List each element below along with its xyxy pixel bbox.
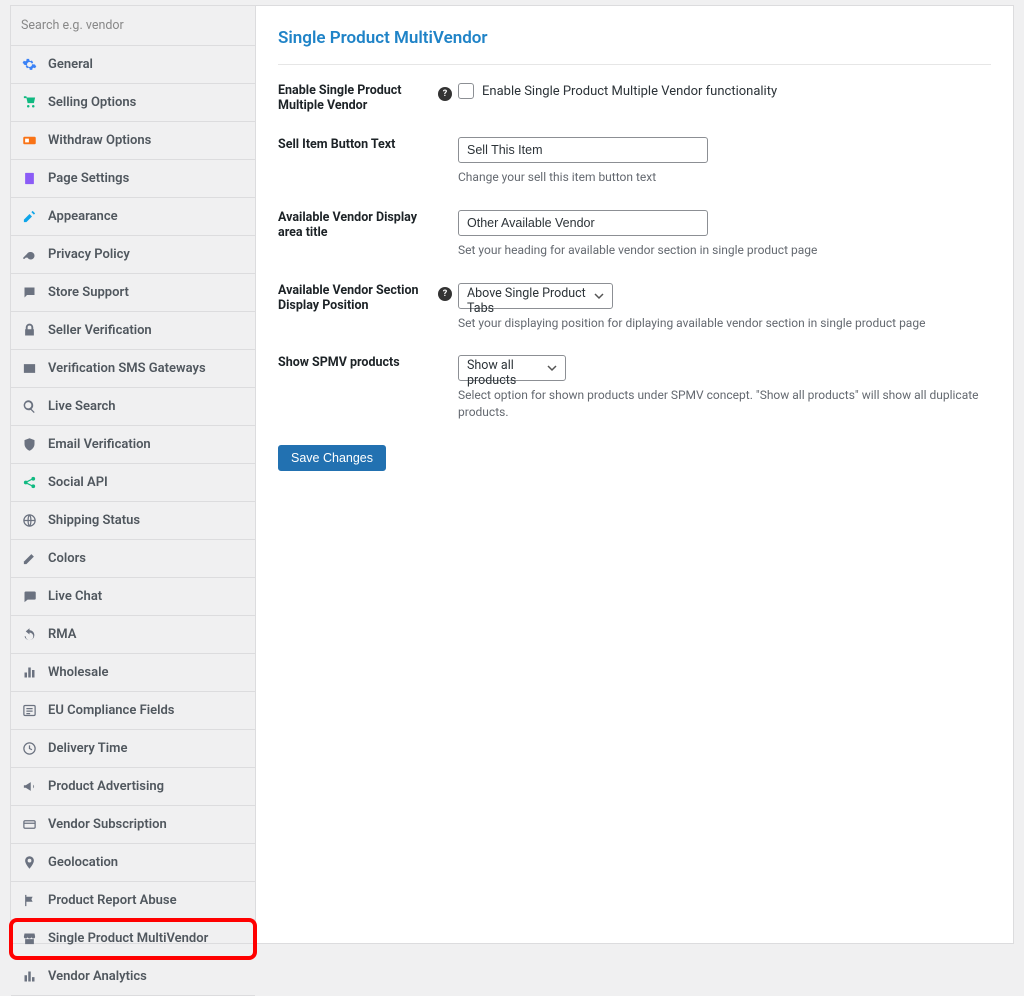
chart-icon <box>21 968 38 985</box>
field-label-display-position: Available Vendor Section Display Positio… <box>278 283 438 313</box>
sidebar-item-label: Product Report Abuse <box>48 893 177 908</box>
card-icon <box>21 816 38 833</box>
sidebar-item-label: Page Settings <box>48 171 129 186</box>
help-text: Set your heading for available vendor se… <box>458 242 991 259</box>
help-text: Set your displaying position for diplayi… <box>458 315 991 332</box>
undo-icon <box>21 626 38 643</box>
sidebar-item-label: Single Product MultiVendor <box>48 931 208 946</box>
sidebar-item-vendor-analytics[interactable]: Vendor Analytics <box>11 958 255 996</box>
sidebar-item-label: Withdraw Options <box>48 133 151 148</box>
sidebar-item-social-api[interactable]: Social API <box>11 464 255 502</box>
sidebar-item-delivery-time[interactable]: Delivery Time <box>11 730 255 768</box>
sidebar-item-label: RMA <box>48 627 76 642</box>
sidebar-item-rma[interactable]: RMA <box>11 616 255 654</box>
enable-spmv-checkbox[interactable] <box>458 83 474 99</box>
sidebar-item-label: Social API <box>48 475 108 490</box>
shield-icon <box>21 436 38 453</box>
page-icon <box>21 170 38 187</box>
help-icon[interactable]: ? <box>438 287 452 301</box>
gear-icon <box>21 56 38 73</box>
sidebar-item-label: Geolocation <box>48 855 118 870</box>
help-text: Select option for shown products under S… <box>458 387 991 421</box>
save-button[interactable]: Save Changes <box>278 445 386 471</box>
show-products-select[interactable]: Show all products <box>458 355 566 381</box>
settings-sidebar: Search e.g. vendor General Selling Option… <box>10 5 255 944</box>
sidebar-item-label: Colors <box>48 551 86 566</box>
sidebar-item-label: Selling Options <box>48 95 136 110</box>
sidebar-item-verification-sms-gateways[interactable]: Verification SMS Gateways <box>11 350 255 388</box>
sidebar-item-label: Email Verification <box>48 437 151 452</box>
compliance-icon <box>21 702 38 719</box>
sidebar-item-withdraw-options[interactable]: Withdraw Options <box>11 122 255 160</box>
clock-icon <box>21 740 38 757</box>
sidebar-item-vendor-subscription[interactable]: Vendor Subscription <box>11 806 255 844</box>
field-label-area-title: Available Vendor Display area title <box>278 210 438 240</box>
help-text: Change your sell this item button text <box>458 169 991 186</box>
megaphone-icon <box>21 778 38 795</box>
share-icon <box>21 474 38 491</box>
sidebar-item-label: Live Search <box>48 399 116 414</box>
sidebar-item-shipping-status[interactable]: Shipping Status <box>11 502 255 540</box>
sidebar-item-page-settings[interactable]: Page Settings <box>11 160 255 198</box>
sidebar-item-label: Shipping Status <box>48 513 140 528</box>
help-icon[interactable]: ? <box>438 87 452 101</box>
lock-icon <box>21 322 38 339</box>
sidebar-item-product-report-abuse[interactable]: Product Report Abuse <box>11 882 255 920</box>
cart-icon <box>21 94 38 111</box>
sidebar-item-label: Product Advertising <box>48 779 164 794</box>
withdraw-icon <box>21 132 38 149</box>
sidebar-item-label: Live Chat <box>48 589 102 604</box>
sidebar-item-selling-options[interactable]: Selling Options <box>11 84 255 122</box>
sidebar-item-eu-compliance-fields[interactable]: EU Compliance Fields <box>11 692 255 730</box>
sidebar-item-label: Vendor Subscription <box>48 817 167 832</box>
area-title-input[interactable] <box>458 210 708 236</box>
store-icon <box>21 930 38 947</box>
sidebar-item-privacy-policy[interactable]: Privacy Policy <box>11 236 255 274</box>
pin-icon <box>21 854 38 871</box>
sidebar-item-label: Appearance <box>48 209 118 224</box>
sidebar-item-store-support[interactable]: Store Support <box>11 274 255 312</box>
page-title: Single Product MultiVendor <box>278 28 991 65</box>
sidebar-item-label: EU Compliance Fields <box>48 703 174 718</box>
enable-spmv-checkbox-label[interactable]: Enable Single Product Multiple Vendor fu… <box>458 83 991 99</box>
key-icon <box>21 246 38 263</box>
sidebar-item-label: Delivery Time <box>48 741 127 756</box>
sidebar-item-label: Seller Verification <box>48 323 152 338</box>
field-label-button-text: Sell Item Button Text <box>278 137 438 152</box>
sidebar-item-colors[interactable]: Colors <box>11 540 255 578</box>
sidebar-item-label: Privacy Policy <box>48 247 130 262</box>
globe-icon <box>21 512 38 529</box>
sidebar-item-label: Wholesale <box>48 665 108 680</box>
sidebar-item-live-chat[interactable]: Live Chat <box>11 578 255 616</box>
comment-icon <box>21 588 38 605</box>
envelope-icon <box>21 360 38 377</box>
sidebar-item-general[interactable]: General <box>11 46 255 84</box>
chat-icon <box>21 284 38 301</box>
sidebar-item-wholesale[interactable]: Wholesale <box>11 654 255 692</box>
sidebar-item-email-verification[interactable]: Email Verification <box>11 426 255 464</box>
sidebar-item-seller-verification[interactable]: Seller Verification <box>11 312 255 350</box>
sidebar-item-product-advertising[interactable]: Product Advertising <box>11 768 255 806</box>
field-label-show-products: Show SPMV products <box>278 355 438 370</box>
sidebar-item-label: Vendor Analytics <box>48 969 147 984</box>
sidebar-item-label: Verification SMS Gateways <box>48 361 206 376</box>
sidebar-item-live-search[interactable]: Live Search <box>11 388 255 426</box>
display-position-select[interactable]: Above Single Product Tabs <box>458 283 613 309</box>
sidebar-item-appearance[interactable]: Appearance <box>11 198 255 236</box>
sidebar-item-label: General <box>48 57 93 72</box>
settings-panel: Single Product MultiVendor Enable Single… <box>255 5 1014 944</box>
brush-icon <box>21 208 38 225</box>
field-label-enable: Enable Single Product Multiple Vendor <box>278 83 438 113</box>
sidebar-item-single-product-multivendor[interactable]: Single Product MultiVendor <box>11 920 255 958</box>
flag-icon <box>21 892 38 909</box>
sidebar-search[interactable]: Search e.g. vendor <box>11 6 255 46</box>
pencil-icon <box>21 550 38 567</box>
sidebar-item-geolocation[interactable]: Geolocation <box>11 844 255 882</box>
sell-item-button-text-input[interactable] <box>458 137 708 163</box>
search-icon <box>21 398 38 415</box>
sidebar-item-label: Store Support <box>48 285 129 300</box>
wholesale-icon <box>21 664 38 681</box>
